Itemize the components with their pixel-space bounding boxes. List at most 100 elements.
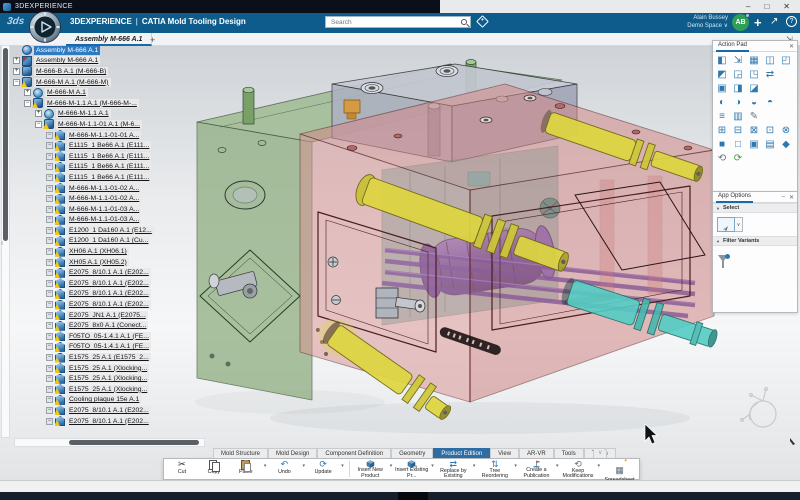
tree-expander[interactable]: + [13, 68, 20, 75]
tree-row[interactable]: − M-666-M-1.1 A.1 (M-666-M-... [24, 98, 209, 109]
action-pad-icon[interactable]: ◆ [778, 138, 794, 152]
tree-row[interactable]: − E1575_25 A.1 (Xlocking... [46, 363, 209, 374]
action-pad-icon[interactable]: ⟲ [714, 152, 730, 166]
tree-row[interactable]: − E1575_25 A.1 (Xlocking... [46, 384, 209, 395]
cut-button[interactable]: ✂ Cut [166, 459, 198, 479]
copy-button[interactable]: Copy [198, 459, 230, 479]
tree-item-label[interactable]: Assembly M-666 A.1 [34, 46, 100, 55]
tree-row[interactable]: − E2075_8/10.1 A.1 (E202... [46, 289, 209, 300]
ribbon-tab[interactable]: Mold Structure [213, 448, 268, 458]
action-pad-icon[interactable]: ⊞ [714, 124, 730, 138]
paste-button[interactable]: Paste [230, 459, 262, 479]
tree-expander[interactable]: − [46, 343, 53, 350]
insert-new-product-dropdown-arrow[interactable]: ▾ [388, 459, 395, 479]
tree-expander[interactable]: − [46, 195, 53, 202]
action-pad-icon[interactable]: ◒ [746, 96, 762, 110]
3dexperience-compass-icon[interactable] [28, 10, 62, 44]
spreadsheet-button[interactable]: ▦ ✦ Spreadsheet [602, 459, 637, 479]
action-pad-icon[interactable]: ◑ [730, 96, 746, 110]
tree-row[interactable]: − E2075_JN1 A.1 (E2075... [46, 310, 209, 321]
action-pad-icon[interactable]: □ [730, 138, 746, 152]
tree-item-label[interactable]: E1115_1 Be66 A.1 (E111... [67, 152, 151, 161]
action-pad-icon[interactable]: ≡ [714, 110, 730, 124]
tree-row[interactable]: − E1200_1 Da160 A.1 (Cu... [46, 236, 209, 247]
insert-existing-dropdown-arrow[interactable]: ▾ [429, 459, 436, 479]
action-pad-icon[interactable]: ◐ [714, 96, 730, 110]
tree-item-label[interactable]: E2075_8/10.1 A.1 (E202... [67, 417, 151, 426]
action-pad-icon[interactable]: ▣ [714, 82, 730, 96]
action-pad-icon[interactable]: ⇄ [762, 68, 778, 82]
tree-row[interactable]: − E2075_8/10.1 A.1 (E202... [46, 405, 209, 416]
tree-row[interactable]: − E2075_8/10.1 A.1 (E202... [46, 267, 209, 278]
tree-expander[interactable]: − [46, 322, 53, 329]
tree-row[interactable]: − E2075_8/10.1 A.1 (E202... [46, 299, 209, 310]
share-icon[interactable]: ↗ [770, 16, 778, 27]
tree-expander[interactable]: − [46, 290, 53, 297]
insert-new-product-button[interactable]: Insert New Product [353, 459, 388, 479]
select-cursor-button[interactable]: ➢ [717, 217, 735, 232]
action-pad-icon[interactable]: ⟳ [730, 152, 746, 166]
tree-expander[interactable]: − [46, 333, 53, 340]
select-section-caret[interactable]: ▼ [716, 206, 720, 211]
tree-item-label[interactable]: M-666-M-1.1-01 A.1 (M-6... [56, 120, 142, 129]
search-input[interactable] [329, 17, 461, 27]
action-pad-icon[interactable]: ◲ [730, 68, 746, 82]
paste-dropdown-arrow[interactable]: ▾ [262, 459, 269, 479]
ribbon-tab[interactable]: Component Definition [317, 448, 391, 458]
tree-expander[interactable]: − [46, 237, 53, 244]
search-icon[interactable] [461, 19, 467, 25]
tree-expander[interactable]: − [46, 185, 53, 192]
tree-expander[interactable]: − [35, 121, 42, 128]
tree-expander[interactable]: − [46, 153, 53, 160]
tree-item-label[interactable]: E2075_8/10.1 A.1 (E202... [67, 268, 151, 277]
help-icon[interactable]: ? [786, 16, 797, 27]
tree-row[interactable]: − E1115_1 Be66 A.1 (E111... [46, 172, 209, 183]
replace-dropdown-arrow[interactable]: ▾ [471, 459, 478, 479]
tree-hscroll-thumb[interactable] [69, 440, 199, 445]
tree-row[interactable]: + M-666-M-1.1 A.1 [35, 109, 209, 120]
tree-expander[interactable]: − [46, 259, 53, 266]
tree-item-label[interactable]: M-666-M-1.1-01-03 A... [67, 215, 141, 224]
tree-reordering-dropdown-arrow[interactable]: ▾ [512, 459, 519, 479]
tree-item-label[interactable]: E2075_JN1 A.1 (E2075... [67, 311, 148, 320]
tree-expander[interactable]: − [46, 354, 53, 361]
tree-row[interactable]: − E2075_8x0 A.1 (Conect... [46, 320, 209, 331]
undo-dropdown-arrow[interactable]: ▾ [300, 459, 307, 479]
ribbon-tab[interactable]: AR-VR [519, 448, 554, 458]
tree-item-label[interactable]: M-666-M-1.1-01-01 A... [67, 131, 141, 140]
tree-expander[interactable]: − [46, 418, 53, 425]
tree-item-label[interactable]: M-666-M-1.1-01-02 A... [67, 194, 141, 203]
action-pad-icon[interactable]: ◫ [762, 54, 778, 68]
action-pad-icon[interactable]: ⇲ [730, 54, 746, 68]
tree-item-label[interactable]: E2075_8x0 A.1 (Conect... [67, 321, 148, 330]
tree-item-label[interactable]: Assembly M-666 A.1 [34, 56, 100, 65]
tree-item-label[interactable]: M-666-M-1.1-01-03 A... [67, 205, 141, 214]
action-pad-icon[interactable]: ◰ [778, 54, 794, 68]
action-pad-icon[interactable]: ◪ [746, 82, 762, 96]
tree-row[interactable]: − F05TO_05-1.4.1 A.1 (FE... [46, 331, 209, 342]
tree-item-label[interactable]: E2075_8/10.1 A.1 (E202... [67, 406, 151, 415]
tree-row[interactable]: + M-666-M A.1 [24, 87, 209, 98]
action-pad-icon[interactable]: ◨ [730, 82, 746, 96]
tree-item-label[interactable]: Cooling plaque 15e A.1 [67, 395, 141, 404]
tree-item-label[interactable]: M-666-B A.1 (M-666-B) [34, 67, 108, 76]
tree-item-label[interactable]: E1575_25 A.1 (E1575_2... [67, 353, 151, 362]
action-pad-icon[interactable]: ◓ [762, 96, 778, 110]
tree-item-label[interactable]: F05TO_05-1.4.1 A.1 (FE... [67, 332, 151, 341]
action-pad-icon[interactable]: ◳ [746, 68, 762, 82]
tree-row[interactable]: − E1575_25 A.1 (E1575_2... [46, 352, 209, 363]
tree-row[interactable]: − E2075_8/10.1 A.1 (E202... [46, 416, 209, 427]
tree-collapse-handle[interactable]: ‹ [1, 240, 3, 247]
replace-by-existing-button[interactable]: ⇄ Replace by Existing [436, 459, 471, 479]
action-pad-icon[interactable]: ▦ [746, 54, 762, 68]
tree-row[interactable]: − M-666-M A.1 (M-666-M) [13, 77, 209, 88]
select-cursor-dropdown[interactable]: ∨ [735, 217, 743, 232]
action-pad-icon[interactable]: ⊠ [746, 124, 762, 138]
tree-expander[interactable]: − [46, 269, 53, 276]
tree-expander[interactable]: + [24, 89, 31, 96]
tree-item-label[interactable]: E1115_1 Be66 A.1 (E111... [67, 162, 151, 171]
tree-row[interactable]: − E1115_1 Be66 A.1 (E111... [46, 151, 209, 162]
tree-item-label[interactable]: M-666-M A.1 (M-666-M) [34, 78, 111, 87]
tree-row[interactable]: − M-666-M-1.1-01-02 A... [46, 193, 209, 204]
ribbon-tab[interactable]: View [490, 448, 519, 458]
